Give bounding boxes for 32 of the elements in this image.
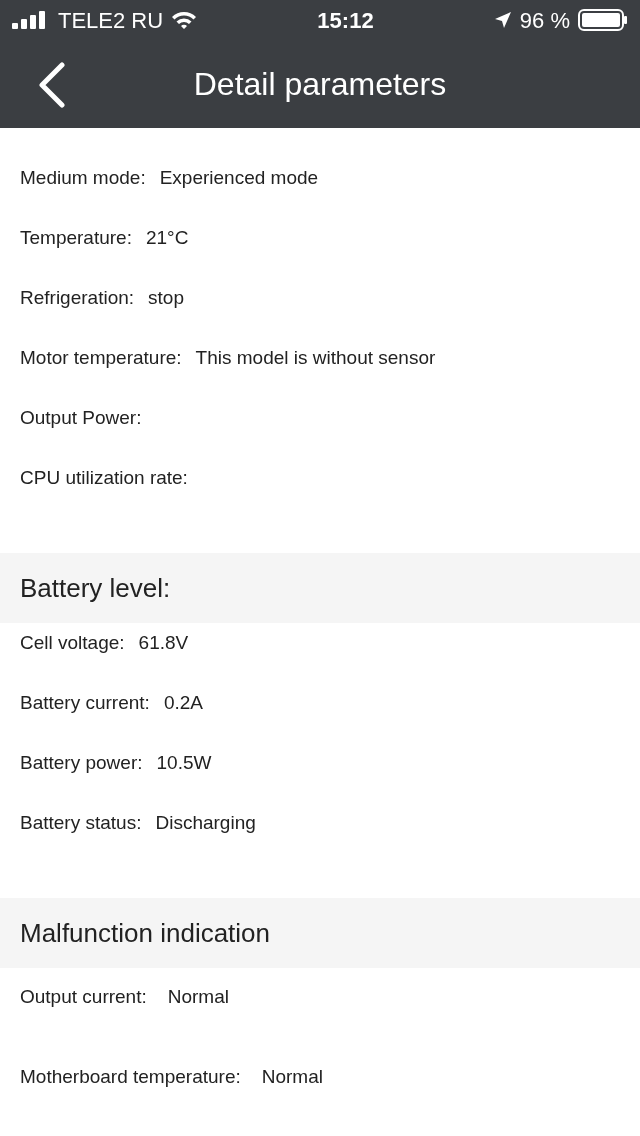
parameter-label: Output Power: <box>20 405 142 430</box>
parameter-label: Refrigeration: <box>20 285 135 310</box>
page-title: Detail parameters <box>193 65 447 104</box>
parameter-value: Experienced mode <box>159 165 319 190</box>
parameter-label: Motor temperature: <box>20 345 182 370</box>
parameter-label: CPU utilization rate: <box>20 465 188 490</box>
parameter-value: stop <box>148 285 184 310</box>
parameter-label: Battery status: <box>20 810 142 835</box>
parameter-label: Medium mode: <box>20 165 146 190</box>
parameter-label: Temperature: <box>20 225 132 250</box>
section-header: Battery level: <box>0 553 640 623</box>
section-header: Malfunction indication <box>0 898 640 968</box>
parameter-value: 21°C <box>145 225 189 250</box>
parameter-label: Output current: <box>20 984 147 1009</box>
location-arrow-icon <box>493 11 512 29</box>
parameter-label: Battery current: <box>20 690 150 715</box>
parameter-value: Normal <box>167 984 229 1009</box>
parameter-value: 61.8V <box>138 630 189 655</box>
parameter-label: Cell voltage: <box>20 630 125 655</box>
carrier-name: TELE2 RU <box>58 6 164 35</box>
status-time: 15:12 <box>317 6 374 35</box>
parameter-value: Discharging <box>155 810 256 835</box>
parameter-label: Battery power: <box>20 750 143 775</box>
battery-icon <box>578 9 628 31</box>
back-button[interactable] <box>36 62 68 108</box>
parameter-value: Normal <box>261 1064 323 1089</box>
parameter-label: Motherboard temperature: <box>20 1064 241 1089</box>
parameter-value: This model is without sensor <box>195 345 436 370</box>
wifi-icon <box>171 10 198 30</box>
parameter-value: 0.2A <box>163 690 203 715</box>
battery-percent: 96 % <box>519 6 570 35</box>
parameter-value: 10.5W <box>156 750 212 775</box>
